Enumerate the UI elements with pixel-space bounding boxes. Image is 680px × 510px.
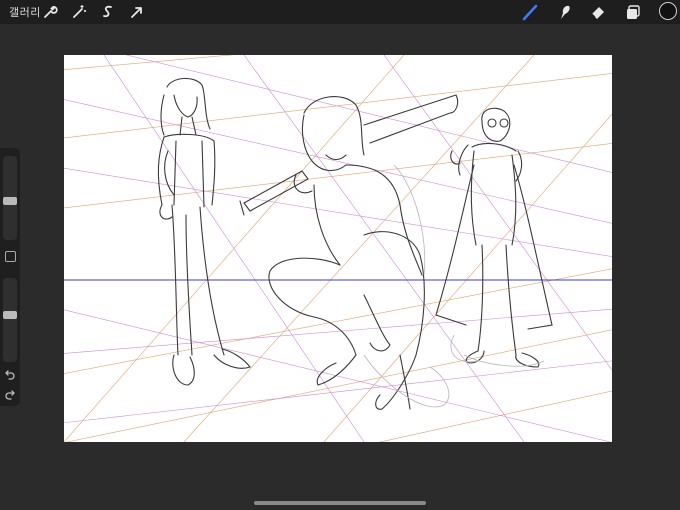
color-picker-button[interactable] [659, 2, 677, 20]
undo-icon[interactable] [4, 368, 16, 380]
square-icon[interactable] [5, 251, 16, 262]
perspective-grid-orange [64, 55, 612, 442]
gallery-button[interactable]: 갤러리 [9, 4, 41, 20]
opacity-thumb[interactable] [3, 311, 17, 319]
top-toolbar: 갤러리 [0, 0, 680, 24]
perspective-grid-purple [64, 55, 612, 442]
layers-icon[interactable] [624, 3, 642, 21]
redo-icon[interactable] [4, 388, 16, 400]
home-indicator[interactable] [254, 501, 426, 505]
brush-icon[interactable] [521, 3, 539, 21]
sketch-artwork [64, 55, 612, 442]
figure-center-sketch [239, 94, 459, 410]
figure-center-guides [363, 164, 450, 408]
eraser-icon[interactable] [589, 3, 607, 21]
left-sidebar [0, 148, 20, 406]
selection-s-icon[interactable] [99, 3, 117, 21]
opacity-slider[interactable] [3, 278, 17, 362]
figure-right-guides [450, 334, 545, 367]
smudge-icon[interactable] [555, 3, 573, 21]
magic-wand-icon[interactable] [70, 3, 88, 21]
arrow-cursor-icon[interactable] [128, 3, 146, 21]
drawing-canvas[interactable] [64, 55, 612, 442]
figure-left-sketch [157, 77, 251, 386]
brush-size-thumb[interactable] [3, 197, 17, 205]
wrench-icon[interactable] [41, 3, 59, 21]
